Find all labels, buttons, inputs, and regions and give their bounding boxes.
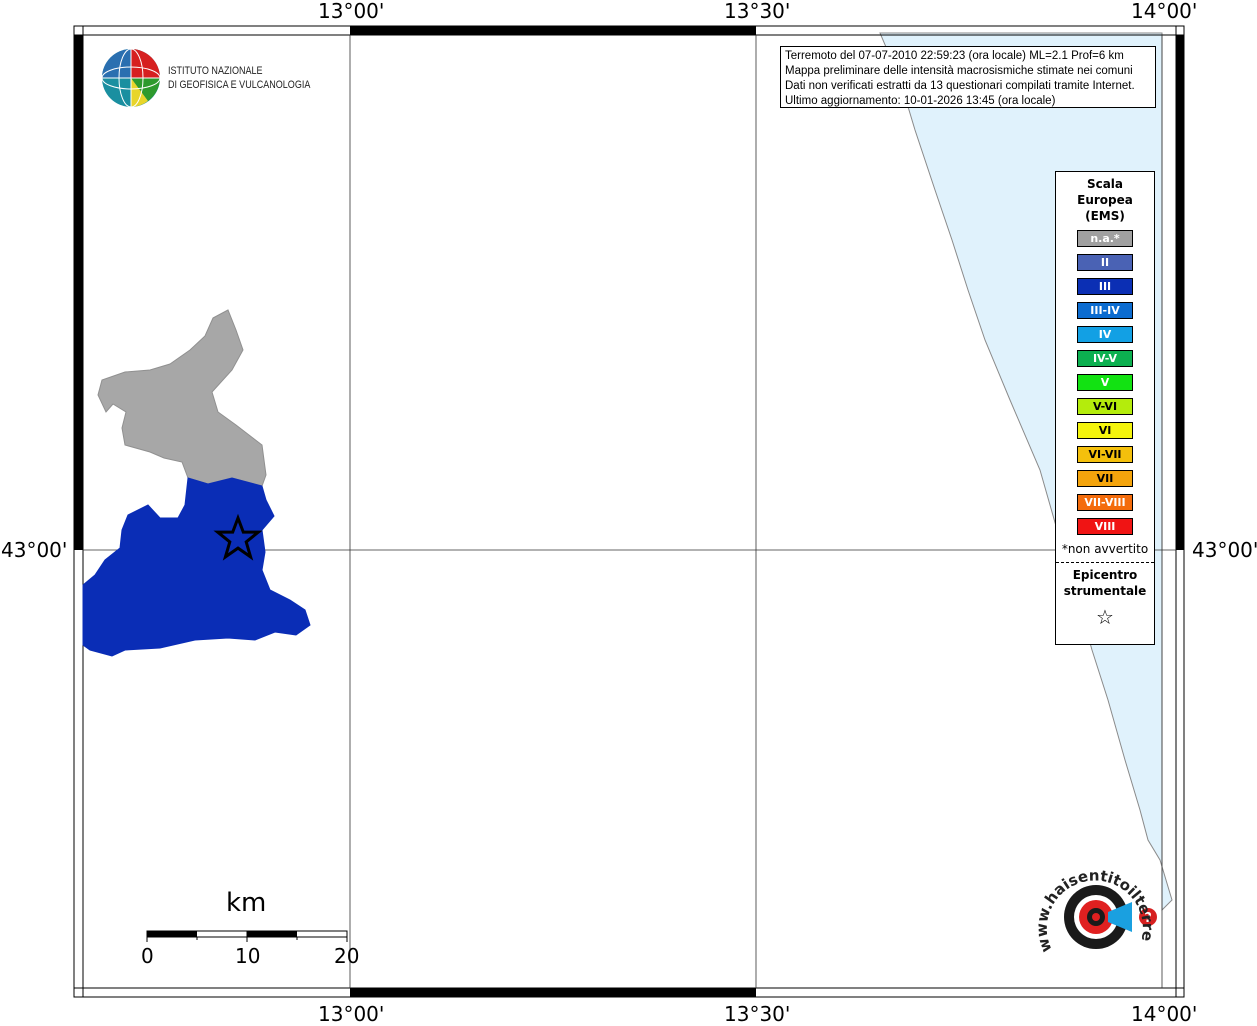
legend-epicenter: Epicentro strumentale: [1056, 567, 1154, 599]
bottom-label-13-30: 13°30': [724, 1002, 791, 1026]
left-label-43-00: 43°00': [1, 538, 68, 562]
legend-item-vi-vii: VI-VII: [1077, 446, 1133, 463]
info-line-3: Dati non verificati estratti da 13 quest…: [785, 80, 1135, 92]
municipality-not-felt[interactable]: [97, 309, 267, 487]
ingv-logo-icon: [101, 48, 161, 108]
frame-bar-right-upper: [1176, 35, 1184, 550]
scale-unit: km: [226, 888, 267, 918]
bottom-label-13-00: 13°00': [318, 1002, 385, 1026]
scale-tick-20: 20: [334, 944, 360, 968]
legend-title: Scala Europea (EMS): [1056, 176, 1154, 224]
top-label-13-00: 13°00': [318, 0, 385, 23]
legend-note: *non avvertito: [1061, 542, 1149, 556]
frame-bar-left-upper: [74, 35, 83, 550]
legend-item-v-vi: V-VI: [1077, 398, 1133, 415]
earthquake-info-box: Terremoto del 07-07-2010 22:59:23 (ora l…: [780, 46, 1156, 108]
legend-item-v: V: [1077, 374, 1133, 391]
scale-tick-10: 10: [235, 944, 261, 968]
ingv-name-line2: DI GEOFISICA E VULCANOLOGIA: [168, 79, 311, 91]
legend-item-iv-v: IV-V: [1077, 350, 1133, 367]
frame-corner-br: [1175, 987, 1185, 998]
legend-epicenter-line2: strumentale: [1063, 584, 1147, 598]
legend-item-iv: IV: [1077, 326, 1133, 343]
legend-item-iii-iv: III-IV: [1077, 302, 1133, 319]
ingv-name-line1: ISTITUTO NAZIONALE: [168, 65, 263, 77]
frame-corner-tl: [73, 25, 84, 36]
legend-item-viii: VIII: [1077, 518, 1133, 535]
frame-corner-tr: [1175, 25, 1185, 36]
legend-title-line3: (EMS): [1085, 209, 1125, 223]
legend-items: n.a.* II III III-IV IV IV-V V V-VI VI VI-VII VII VI…: [1056, 230, 1154, 535]
legend-item-vii-viii: VII-VIII: [1077, 494, 1133, 511]
legend-item-vi: VI: [1077, 422, 1133, 439]
frame-bar-top: [350, 26, 756, 35]
right-label-43-00: 43°00': [1192, 538, 1257, 562]
ems-legend: Scala Europea (EMS) n.a.* II III III-IV IV IV…: [1055, 171, 1155, 645]
legend-separator: [1056, 562, 1154, 563]
scale-tick-0: 0: [141, 944, 154, 968]
frame-bar-bottom: [350, 988, 756, 997]
legend-item-n-a: n.a.*: [1077, 230, 1133, 247]
info-line-1: Terremoto del 07-07-2010 22:59:23 (ora l…: [785, 50, 1124, 62]
top-label-14-00: 14°00': [1131, 0, 1198, 23]
scale-bar: [146, 930, 348, 942]
legend-epicenter-line1: Epicentro: [1072, 568, 1138, 582]
info-line-4: Ultimo aggiornamento: 10-01-2026 13:45 (…: [785, 95, 1056, 107]
bottom-label-14-00: 14°00': [1131, 1002, 1198, 1026]
municipality-intensity-iii[interactable]: [82, 477, 311, 657]
ingv-name: ISTITUTO NAZIONALE DI GEOFISICA E VULCAN…: [168, 64, 310, 92]
legend-title-line1: Scala: [1086, 177, 1124, 191]
legend-item-vii: VII: [1077, 470, 1133, 487]
info-line-2: Mappa preliminare delle intensità macros…: [785, 65, 1133, 77]
legend-item-iii: III: [1077, 278, 1133, 295]
legend-item-ii: II: [1077, 254, 1133, 271]
top-label-13-30: 13°30': [724, 0, 791, 23]
legend-title-line2: Europea: [1077, 193, 1133, 207]
frame-corner-bl: [73, 987, 84, 998]
legend-star-icon: ☆: [1096, 605, 1114, 629]
